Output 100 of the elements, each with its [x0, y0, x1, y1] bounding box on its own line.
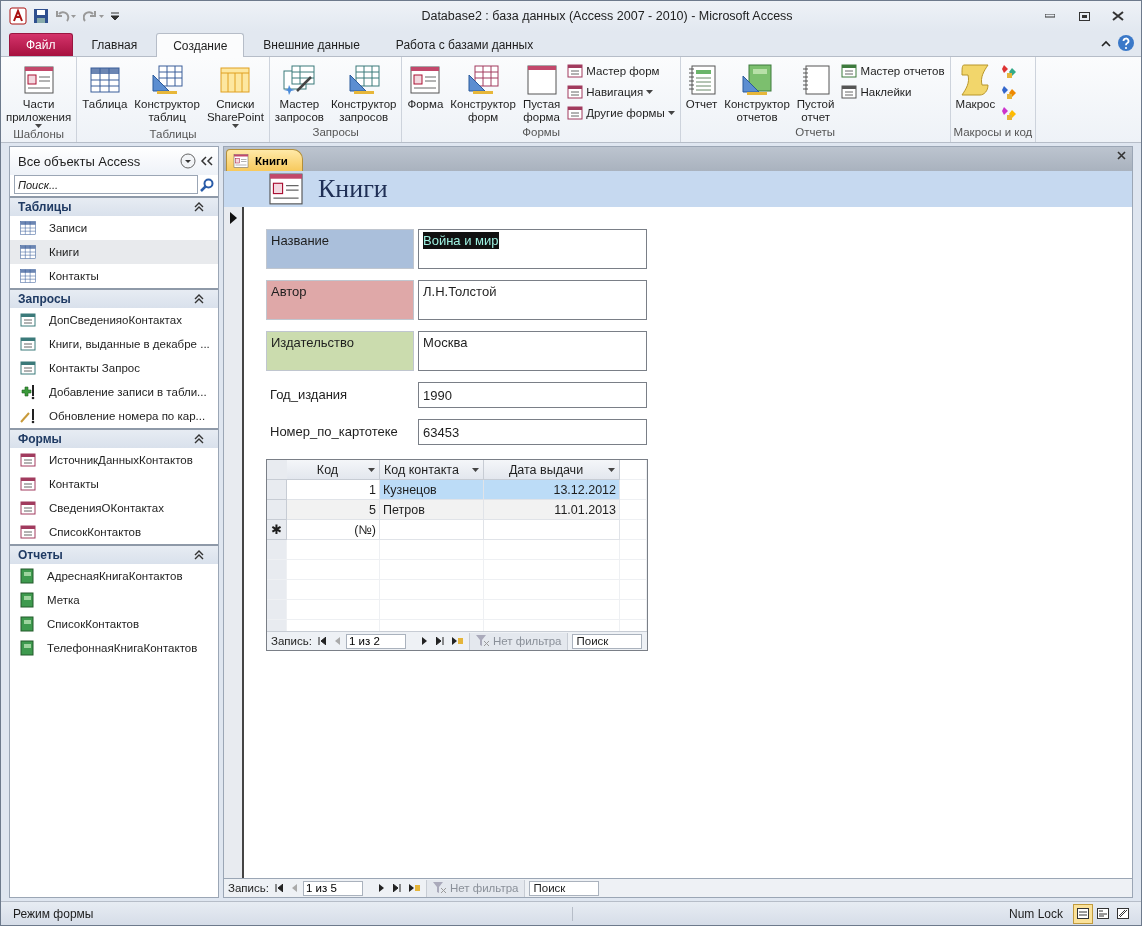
ribbon-button[interactable]: Наклейки [839, 83, 947, 101]
nav-item[interactable]: Контакты [10, 264, 218, 288]
ribbon-tab[interactable]: Главная [74, 32, 155, 56]
first-record-button[interactable] [315, 637, 328, 645]
layout-view-icon [1097, 908, 1109, 919]
nav-item[interactable]: Книги [10, 240, 218, 264]
form-icon [20, 524, 36, 540]
text-field[interactable]: Москва [418, 331, 647, 371]
document-tab[interactable]: Книги [226, 149, 303, 171]
last-record-button[interactable] [433, 637, 446, 645]
ribbon-icon-button[interactable] [1000, 83, 1019, 101]
column-header[interactable]: Код контакта [380, 460, 484, 480]
collapse-pane-icon[interactable] [200, 156, 214, 166]
new-record-button[interactable] [406, 884, 422, 892]
table-icon [20, 269, 36, 283]
new-record-button[interactable] [449, 637, 465, 645]
search-field[interactable]: Поиск [572, 633, 643, 649]
ribbon-tab[interactable]: Внешние данные [246, 32, 377, 56]
ribbon-button[interactable]: Списки SharePoint [204, 60, 266, 128]
field-label: Автор [266, 280, 414, 320]
close-button[interactable] [1117, 151, 1126, 160]
help-icon[interactable] [1117, 34, 1135, 52]
caret-icon [231, 124, 239, 128]
ribbon-button[interactable]: Мастер отчетов [839, 62, 947, 80]
field-label: Название [266, 229, 414, 269]
save-button[interactable] [33, 8, 49, 24]
list-icon [220, 67, 251, 93]
text-field[interactable]: Л.Н.Толстой [418, 280, 647, 320]
text-field[interactable]: 63453 [418, 419, 647, 445]
column-header[interactable]: Код [287, 460, 380, 480]
field-label: Издательство [266, 331, 414, 371]
field-label: Год_издания [269, 386, 349, 404]
search-field[interactable]: Поиск [529, 880, 600, 896]
ribbon-button[interactable]: Конструктор запросов [328, 60, 399, 126]
ribbon-button[interactable]: Другие формы [565, 104, 677, 122]
view-button[interactable] [1073, 903, 1093, 924]
nav-item[interactable]: СписокКонтактов [10, 520, 218, 544]
search-field[interactable]: Поиск... [14, 175, 198, 194]
form-design-icon [467, 65, 500, 95]
ribbon-button[interactable]: Конструктор форм [448, 60, 518, 126]
record-selector[interactable] [224, 207, 244, 878]
nav-group-header[interactable]: Отчеты [10, 544, 218, 564]
text-field[interactable]: 1990 [418, 382, 647, 408]
undo-icon [55, 9, 77, 23]
text-field[interactable]: Война и мир [418, 229, 647, 269]
nav-item[interactable]: Книги, выданные в декабре ... [10, 332, 218, 356]
ribbon-tab[interactable]: Работа с базами данных [378, 32, 551, 56]
group-label: Формы [521, 126, 561, 140]
ribbon-icon-button[interactable] [1000, 62, 1019, 80]
next-icon [378, 884, 385, 892]
record-position-field[interactable]: 1 из 5 [302, 880, 363, 896]
previous-icon [333, 637, 340, 645]
nav-group-header[interactable]: Запросы [10, 288, 218, 308]
record-position-field[interactable]: 1 из 2 [345, 633, 406, 649]
minimize-icon [1045, 14, 1055, 18]
ribbon-button[interactable]: Отчет [683, 60, 720, 126]
ribbon-button[interactable]: Форма [405, 60, 446, 126]
nav-item[interactable]: Обновление номера по кар... [10, 404, 218, 428]
nav-item[interactable]: Записи [10, 216, 218, 240]
nav-item[interactable]: Контакты [10, 472, 218, 496]
ribbon-button[interactable]: Макрос [953, 60, 998, 126]
ribbon-button[interactable]: Навигация [565, 83, 677, 101]
ribbon-button[interactable]: Таблица [80, 60, 130, 128]
ribbon-button[interactable]: Части приложения [4, 60, 74, 128]
nav-group-header[interactable]: Таблицы [10, 196, 218, 216]
new-record-icon [408, 884, 420, 892]
collapse-ribbon-icon[interactable] [1101, 39, 1111, 47]
column-header[interactable]: Дата выдачи [484, 460, 620, 480]
file-menu-tab[interactable]: Файл [9, 33, 73, 56]
ribbon-button[interactable]: Мастер запросов [272, 60, 326, 126]
group-label: Запросы [311, 126, 360, 140]
ribbon-icon-button[interactable] [1000, 104, 1019, 122]
nav-item[interactable]: Контакты Запрос [10, 356, 218, 380]
table-cell: Петров [380, 500, 484, 520]
nav-item[interactable]: АдреснаяКнигаКонтактов [10, 564, 218, 588]
record-label: Запись: [271, 635, 312, 647]
form-icon [268, 173, 304, 205]
form-icon [20, 452, 36, 468]
nav-item[interactable]: ТелефоннаяКнигаКонтактов [10, 636, 218, 660]
last-record-button[interactable] [390, 884, 403, 892]
ribbon-button[interactable]: Мастер форм [565, 62, 677, 80]
nav-group-header[interactable]: Формы [10, 428, 218, 448]
ribbon-button[interactable]: Пустая форма [520, 60, 563, 126]
search-icon[interactable] [200, 177, 214, 192]
nav-item[interactable]: ДопСведенияоКонтактах [10, 308, 218, 332]
table-icon [89, 67, 120, 93]
nav-item[interactable]: СписокКонтактов [10, 612, 218, 636]
ribbon-button[interactable]: Пустой отчет [794, 60, 837, 126]
nav-item[interactable]: Добавление записи в табли... [10, 380, 218, 404]
dropdown-icon[interactable] [180, 153, 196, 169]
customize-button[interactable] [111, 11, 119, 21]
first-record-button[interactable] [272, 884, 285, 892]
nav-item[interactable]: ИсточникДанныхКонтактов [10, 448, 218, 472]
ribbon-button[interactable]: Конструктор таблиц [132, 60, 202, 128]
ribbon-button[interactable]: Конструктор отчетов [722, 60, 792, 126]
nav-item[interactable]: Метка [10, 588, 218, 612]
ribbon-tab[interactable]: Создание [156, 33, 245, 57]
collapse-icon [194, 434, 204, 444]
nav-item[interactable]: СведенияОКонтактах [10, 496, 218, 520]
collapse-icon [194, 550, 204, 560]
